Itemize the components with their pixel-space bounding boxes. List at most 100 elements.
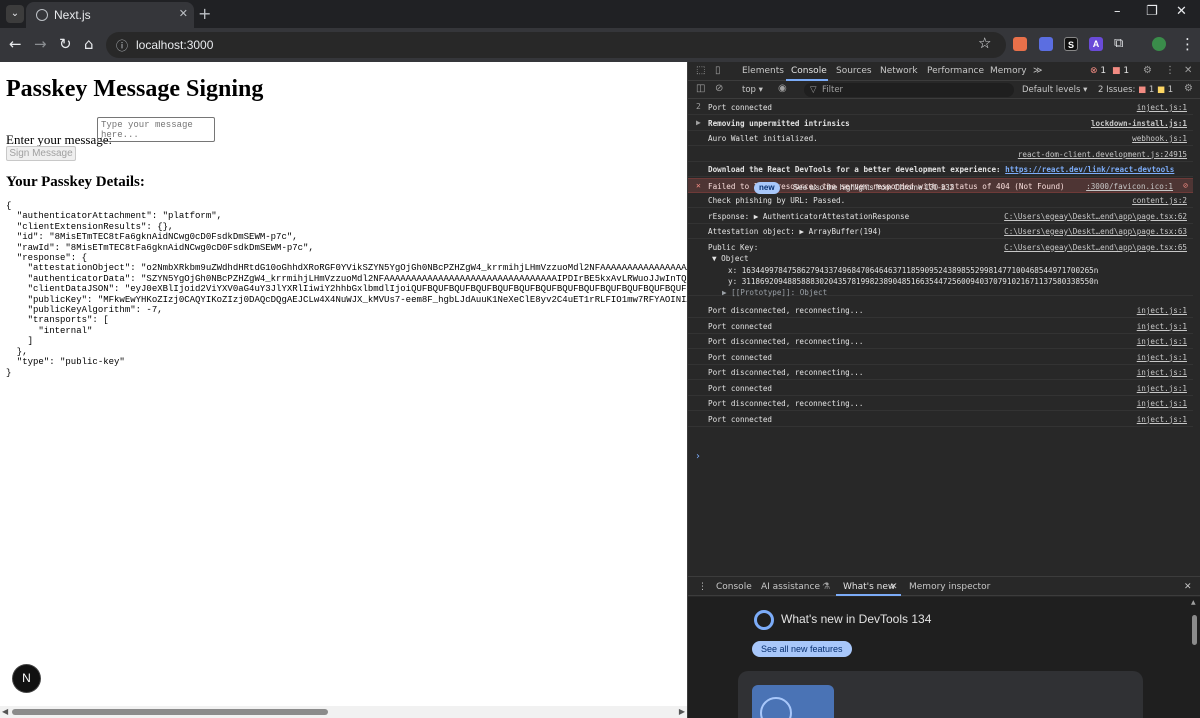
restore-button[interactable]: ❐ (1146, 4, 1158, 19)
drawer-menu-icon[interactable]: ⋮ (698, 582, 707, 592)
more-tabs-icon[interactable]: ≫ (1033, 66, 1042, 76)
object-toggle[interactable]: ▼ Object (712, 254, 749, 263)
drawer-scrollbar[interactable]: ▲ (1191, 599, 1198, 716)
console-source-link[interactable]: content.js:2 (1132, 196, 1187, 205)
live-expression-eye-icon[interactable]: ◉ (778, 83, 787, 94)
window-close-button[interactable]: ✕ (1176, 4, 1187, 19)
console-source-link[interactable]: C:\Users\egeay\Deskt…end\app\page.tsx:63 (1004, 227, 1187, 236)
drawer-tab-whats-new[interactable]: What's new (843, 582, 895, 592)
console-source-link[interactable]: inject.js:1 (1137, 384, 1187, 393)
tab-sources[interactable]: Sources (836, 66, 872, 76)
console-source-link[interactable]: inject.js:1 (1137, 415, 1187, 424)
whats-new-close-icon[interactable]: ✕ (890, 582, 898, 592)
tab-network[interactable]: Network (880, 66, 918, 76)
drawer-tab-memory-inspector[interactable]: Memory inspector (909, 582, 990, 592)
tab-elements[interactable]: Elements (742, 66, 784, 76)
site-info-icon[interactable]: ⓘ (116, 37, 128, 54)
console-source-link[interactable]: :3000/favicon.ico:1 (1086, 182, 1173, 191)
console-log-row: ▶ Removing unpermitted intrinsics lockdown… (688, 116, 1193, 131)
a-extension-icon[interactable]: A (1089, 37, 1103, 51)
scroll-left-icon[interactable]: ◀ (2, 707, 8, 716)
tab-console[interactable]: Console (791, 66, 827, 76)
see-all-features-button[interactable]: See all new features (752, 641, 852, 657)
issues-counter[interactable]: 2 Issues: ■ 1 ■ 1 (1098, 85, 1173, 95)
console-log-row: Port disconnected, reconnecting... inject… (688, 365, 1193, 380)
scroll-up-icon[interactable]: ▲ (1191, 599, 1196, 606)
drawer-close-icon[interactable]: ✕ (1184, 582, 1192, 592)
console-source-link[interactable]: inject.js:1 (1137, 322, 1187, 331)
highlights-card[interactable] (738, 671, 1143, 718)
reload-icon[interactable]: ↻ (59, 36, 72, 52)
devtools-close-icon[interactable]: ✕ (1184, 65, 1192, 76)
tab-memory[interactable]: Memory (990, 66, 1027, 76)
console-source-link[interactable]: inject.js:1 (1137, 368, 1187, 377)
json-line: "rawId": "8MisETmTEC8tFa6gknAidNCwg0cD0F… (6, 242, 314, 253)
expand-toggle-icon[interactable]: 2 (696, 102, 701, 111)
devtools-menu-icon[interactable]: ⋮ (1165, 65, 1175, 76)
fox-extension-icon[interactable] (1013, 37, 1027, 51)
console-source-link[interactable]: webhook.js:1 (1132, 134, 1187, 143)
chrome-logo-icon (754, 610, 774, 630)
console-prompt[interactable]: › (696, 451, 700, 462)
tab-close-icon[interactable]: ✕ (179, 7, 188, 20)
warning-icon: ■ (1112, 66, 1121, 76)
clear-console-icon[interactable]: ⊘ (715, 83, 723, 94)
warning-count[interactable]: ■ 1 (1112, 66, 1129, 76)
tab-strip: ⌄ Next.js ✕ + – ❐ ✕ (0, 0, 1200, 28)
inspect-element-icon[interactable]: ⬚ (696, 65, 705, 76)
console-settings-icon[interactable]: ⚙ (1184, 83, 1193, 94)
console-source-link[interactable]: C:\Users\egeay\Deskt…end\app\page.tsx:62 (1004, 212, 1187, 221)
back-arrow-icon[interactable]: ← (9, 36, 22, 52)
scrollbar-thumb[interactable] (12, 709, 328, 715)
drawer-scrollbar-thumb[interactable] (1192, 615, 1197, 645)
prototype-toggle[interactable]: ▶ [[Prototype]]: Object (722, 288, 827, 297)
highlights-text[interactable]: See also the highlights from Chrome 130-… (793, 183, 954, 192)
console-source-link[interactable]: inject.js:1 (1137, 399, 1187, 408)
console-source-link[interactable]: C:\Users\egeay\Deskt…end\app\page.tsx:65 (1004, 243, 1187, 252)
ghost-extension-icon[interactable] (1039, 37, 1053, 51)
console-message: Port disconnected, reconnecting... (708, 368, 863, 377)
drawer-tab-console[interactable]: Console (716, 582, 752, 592)
settings-gear-icon[interactable]: ⚙ (1143, 65, 1152, 76)
console-message: Attestation object: ▶ ArrayBuffer(194) (708, 227, 882, 236)
message-input[interactable]: Type your message here... (97, 117, 215, 142)
home-icon[interactable]: ⌂ (84, 36, 94, 52)
browser-menu-icon[interactable]: ⋮ (1180, 36, 1195, 52)
scroll-right-icon[interactable]: ▶ (679, 707, 685, 716)
extensions-puzzle-icon[interactable]: ⧉ (1114, 36, 1123, 52)
devtools-tab-bar: ⬚ ▯ Elements Console Sources Network Per… (688, 62, 1200, 81)
console-source-link[interactable]: inject.js:1 (1137, 103, 1187, 112)
tab-performance[interactable]: Performance (927, 66, 984, 76)
address-bar[interactable]: ⓘ localhost:3000 (106, 32, 1006, 58)
context-selector[interactable]: top ▾ (742, 85, 763, 95)
console-source-link[interactable]: react-dom-client.development.js:24915 (1018, 150, 1187, 159)
bookmark-star-icon[interactable]: ☆ (978, 35, 991, 51)
console-source-link[interactable]: inject.js:1 (1137, 337, 1187, 346)
tab-search-icon[interactable]: ⌄ (6, 5, 24, 23)
minimize-button[interactable]: – (1114, 4, 1121, 19)
profile-avatar[interactable] (1152, 37, 1166, 51)
browser-tab[interactable]: Next.js ✕ (26, 2, 194, 28)
console-source-link[interactable]: inject.js:1 (1137, 306, 1187, 315)
error-icon[interactable]: ✕ (696, 181, 701, 190)
nextjs-dev-badge[interactable]: N (13, 665, 40, 692)
error-count-value: 1 (1100, 66, 1107, 76)
error-count[interactable]: ⊗ 1 (1090, 66, 1106, 76)
console-message: Download the React DevTools for a better… (708, 165, 1174, 174)
new-tab-button[interactable]: + (198, 4, 211, 23)
globe-icon (36, 9, 48, 21)
sidebar-toggle-icon[interactable]: ◫ (696, 83, 705, 94)
console-source-link[interactable]: lockdown-install.js:1 (1091, 119, 1187, 128)
drawer-tab-ai-assistance[interactable]: AI assistance (761, 582, 820, 592)
forward-arrow-icon[interactable]: → (34, 36, 47, 52)
device-toolbar-icon[interactable]: ▯ (715, 65, 721, 76)
sign-message-button[interactable]: Sign Message (6, 146, 76, 161)
s-extension-icon[interactable]: S (1064, 37, 1078, 51)
expand-toggle-icon[interactable]: ▶ (696, 118, 701, 127)
horizontal-scrollbar[interactable]: ◀ ▶ (0, 706, 687, 718)
console-log-row: Port disconnected, reconnecting... inject… (688, 396, 1193, 411)
console-message: rEsponse: ▶ AuthenticatorAttestationResp… (708, 212, 909, 221)
react-devtools-link[interactable]: https://react.dev/link/react-devtools (1005, 165, 1174, 174)
console-source-link[interactable]: inject.js:1 (1137, 353, 1187, 362)
log-levels-dropdown[interactable]: Default levels ▾ (1022, 85, 1087, 95)
